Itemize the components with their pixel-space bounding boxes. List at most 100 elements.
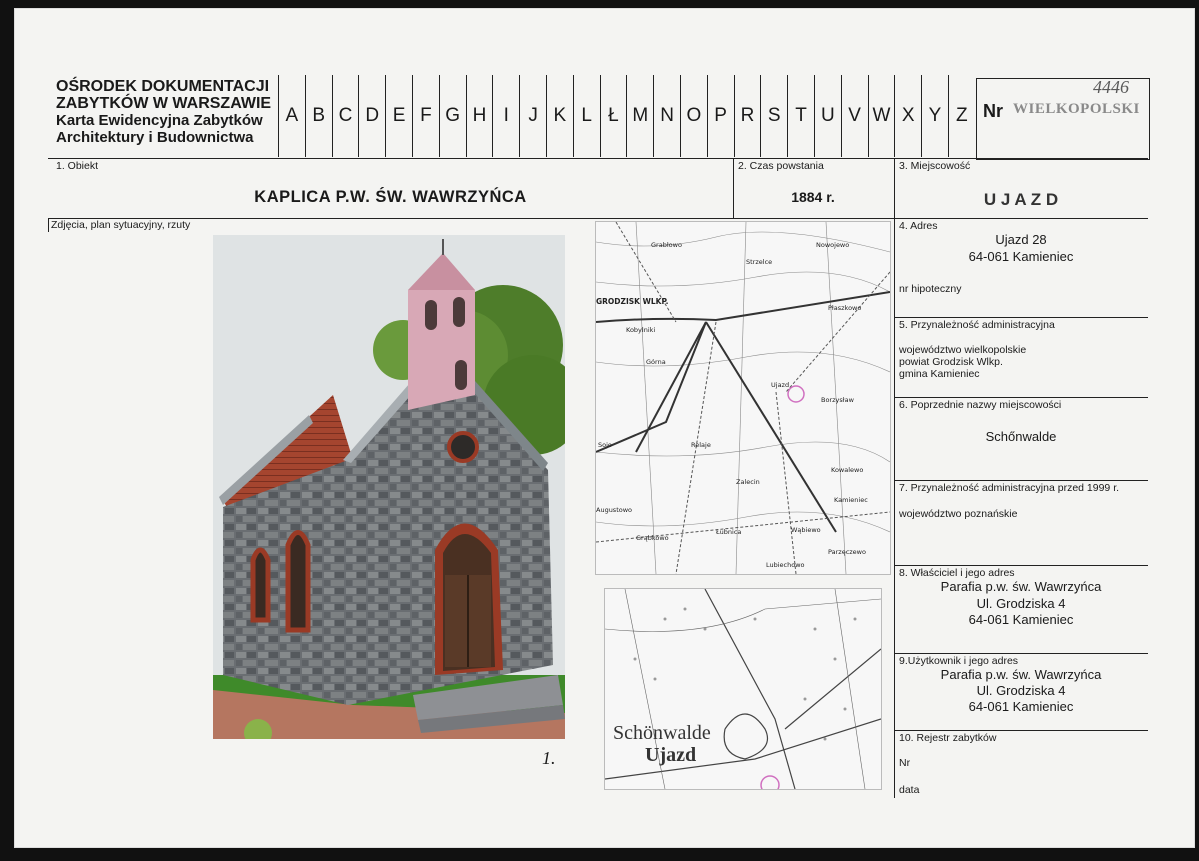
map-place-label: GRODZISK WLKP. xyxy=(596,297,669,306)
map-place-label: Zalecin xyxy=(736,478,760,486)
field9-label: 9.Użytkownik i jego adres xyxy=(899,655,1019,667)
field2-label: 2. Czas powstania xyxy=(738,160,824,172)
row-rule xyxy=(894,730,1148,731)
nr-box: Nr WIELKOPOLSKI 4446 xyxy=(976,77,1150,160)
field8-label: 8. Właściciel i jego adres xyxy=(899,567,1015,579)
letter-index-row: ABCDEFGHIJKLŁMNOPRSTUVWXYZ xyxy=(278,75,975,157)
field1-label: 1. Obiekt xyxy=(56,160,99,172)
map-place-label: Sojo xyxy=(598,441,612,449)
map-place-label: Płaszkowo xyxy=(828,304,861,312)
field4-label: 4. Adres xyxy=(899,220,938,232)
index-letter: H xyxy=(465,75,493,157)
map-place-label: Grabłowo xyxy=(651,241,682,249)
index-letter: C xyxy=(331,75,359,157)
voivodeship: województwo wielkopolskie xyxy=(899,344,1027,356)
index-letter: N xyxy=(653,75,680,157)
index-letter: F xyxy=(411,75,439,157)
construction-date: 1884 r. xyxy=(791,189,835,205)
nr-label: Nr xyxy=(983,101,1004,121)
user-line-2: Ul. Grodziska 4 xyxy=(976,683,1066,698)
nr-handwritten: 4446 xyxy=(1093,77,1129,97)
index-letter: U xyxy=(813,75,841,157)
map-place-label: Strzelce xyxy=(746,258,772,266)
index-letter: P xyxy=(706,75,734,157)
index-letter: L xyxy=(572,75,600,157)
register-nr-label: Nr xyxy=(899,757,911,769)
former-name: Schőnwalde xyxy=(985,429,1057,444)
divider xyxy=(48,218,49,232)
row-rule xyxy=(894,653,1148,654)
row-rule xyxy=(894,565,1148,566)
register-date-label: data xyxy=(899,784,920,796)
old-map-place-label: Ujazd xyxy=(645,744,696,766)
photos-label: Zdjęcia, plan sytuacyjny, rzuty xyxy=(51,219,191,231)
index-letter: D xyxy=(358,75,385,157)
map-place-label: Lubiechowo xyxy=(766,561,805,569)
index-letter: R xyxy=(733,75,761,157)
index-letter: Y xyxy=(921,75,948,157)
index-letter: A xyxy=(278,75,305,157)
index-letter: O xyxy=(679,75,707,157)
map-place-label: Grąbkowo xyxy=(636,534,669,542)
index-letter: V xyxy=(840,75,868,157)
old-map-place-label: Schönwalde xyxy=(613,722,711,744)
field3-label: 3. Miejscowość xyxy=(899,160,971,172)
index-letter: X xyxy=(894,75,921,157)
row-rule xyxy=(894,397,1148,398)
historical-map: Schönwalde Ujazd xyxy=(604,588,882,790)
map-place-label: Augustowo xyxy=(596,506,632,514)
index-letter: W xyxy=(867,75,895,157)
org-line-3: Karta Ewidencyjna Zabytków xyxy=(56,112,263,129)
map-place-label: Kamieniec xyxy=(834,496,868,504)
commune: gmina Kamieniec xyxy=(899,368,980,380)
index-letter: Ł xyxy=(599,75,627,157)
row-rule xyxy=(894,317,1148,318)
map-place-label: Nowojewo xyxy=(816,241,849,249)
user-line-1: Parafia p.w. św. Wawrzyńca xyxy=(940,667,1102,682)
header-rule xyxy=(48,158,1148,159)
index-letter: E xyxy=(385,75,412,157)
map-place-label: Kowalewo xyxy=(831,466,863,474)
map-place-label: Ujazd xyxy=(771,381,789,389)
object-name: KAPLICA P.W. ŚW. WAWRZYŃCA xyxy=(254,188,527,206)
index-letter: Z xyxy=(947,75,975,157)
map-place-label: Borzysław xyxy=(821,396,855,404)
former-voivodeship: województwo poznańskie xyxy=(899,508,1018,520)
old-map-drawing: Schönwalde Ujazd xyxy=(605,589,881,789)
record-card: OŚRODEK DOKUMENTACJI ZABYTKÓW W WARSZAWI… xyxy=(14,8,1195,848)
divider xyxy=(733,158,734,218)
row-rule xyxy=(48,218,1148,219)
owner-line-2: Ul. Grodziska 4 xyxy=(976,596,1066,611)
locality: U J A Z D xyxy=(983,190,1059,209)
field5-label: 5. Przynależność administracyjna xyxy=(899,319,1055,331)
map-place-label: Relaje xyxy=(691,441,711,449)
row-rule xyxy=(894,480,1148,481)
map-place-label: Parzęczewo xyxy=(828,548,866,556)
org-line-2: ZABYTKÓW W WARSZAWIE xyxy=(56,95,272,112)
field10-label: 10. Rejestr zabytków xyxy=(899,732,997,744)
org-line-1: OŚRODEK DOKUMENTACJI xyxy=(56,78,270,95)
nr-stamp: WIELKOPOLSKI xyxy=(1013,101,1140,117)
org-line-4: Architektury i Budownictwa xyxy=(56,129,254,146)
owner-line-1: Parafia p.w. św. Wawrzyńca xyxy=(940,579,1102,594)
map-drawing: Grabłowo Strzelce Nowojewo GRODZISK WLKP… xyxy=(596,222,890,574)
chapel-photo xyxy=(213,235,565,739)
county: powiat Grodzisk Wlkp. xyxy=(899,356,1003,368)
chapel-image xyxy=(213,235,565,739)
index-letter: M xyxy=(626,75,653,157)
index-letter: B xyxy=(304,75,332,157)
index-letter: J xyxy=(519,75,546,157)
index-letter: I xyxy=(492,75,519,157)
address-line-2: 64-061 Kamieniec xyxy=(968,249,1074,264)
index-letter: K xyxy=(545,75,573,157)
photo-caption: 1. xyxy=(542,748,556,768)
topographic-map: Grabłowo Strzelce Nowojewo GRODZISK WLKP… xyxy=(595,221,891,575)
index-letter: G xyxy=(438,75,466,157)
mortgage-number-label: nr hipoteczny xyxy=(899,283,962,295)
owner-line-3: 64-061 Kamieniec xyxy=(968,612,1074,627)
map-place-label: Wąbiewo xyxy=(791,526,821,534)
index-letter: S xyxy=(760,75,787,157)
user-line-3: 64-061 Kamieniec xyxy=(968,699,1074,714)
map-place-label: Górna xyxy=(646,358,666,366)
field7-label: 7. Przynależność administracyjna przed 1… xyxy=(899,482,1120,494)
